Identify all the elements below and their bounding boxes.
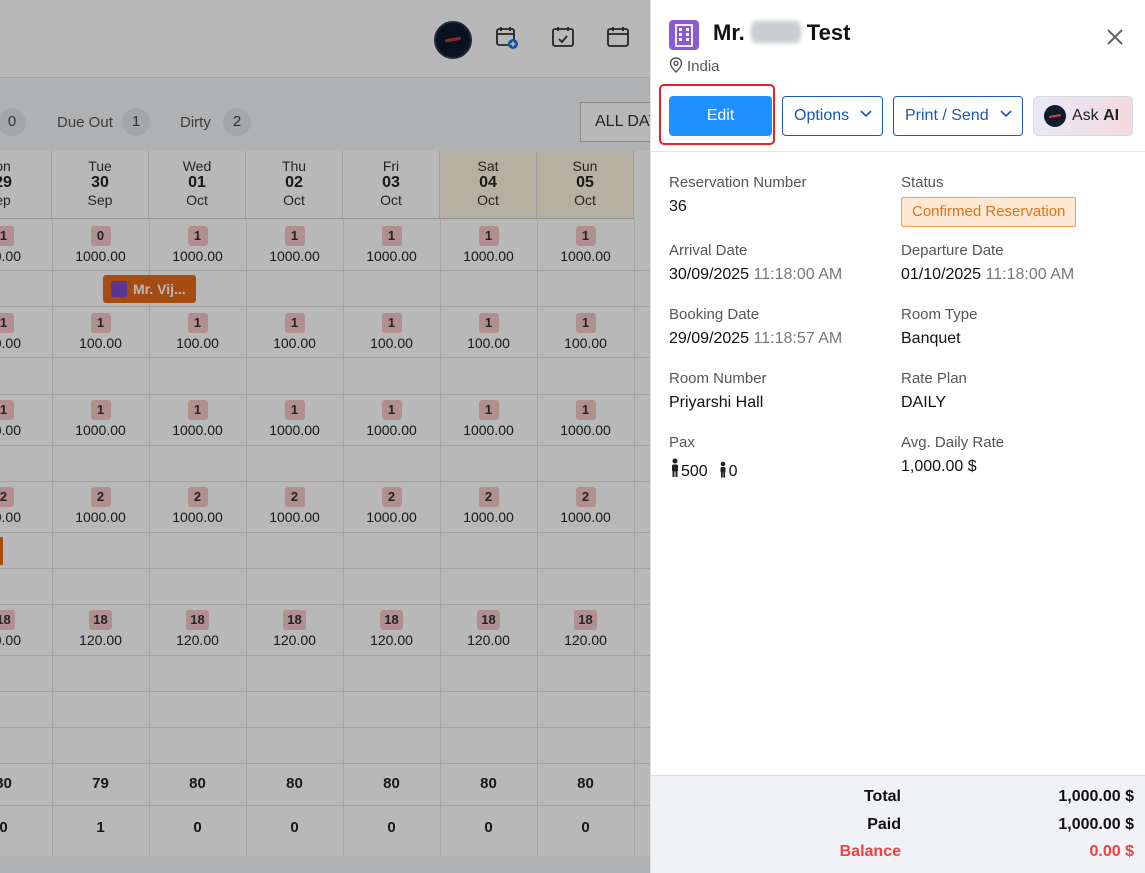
- field-value: 1,000.00 $: [901, 458, 977, 475]
- field-value: Priyarshi Hall: [669, 394, 764, 411]
- field-label: Room Number: [669, 370, 767, 387]
- child-icon: [720, 461, 726, 478]
- arrival-time: 11:18:00 AM: [753, 266, 843, 283]
- field-value: 36: [669, 198, 687, 215]
- building-icon: [669, 20, 699, 50]
- field-label: Room Type: [901, 306, 978, 323]
- chevron-down-icon: [1000, 110, 1012, 118]
- ask-label: Ask: [1072, 107, 1099, 124]
- field-label: Arrival Date: [669, 242, 748, 259]
- balance-value: 0.00 $: [1089, 843, 1134, 860]
- total-label: Total: [863, 788, 901, 805]
- reservation-number-field: Reservation Number 36: [669, 174, 889, 216]
- field-label: Reservation Number: [669, 174, 807, 191]
- edit-button[interactable]: Edit: [669, 96, 772, 136]
- options-label: Options: [794, 107, 850, 124]
- field-label: Rate Plan: [901, 370, 967, 387]
- field-label: Avg. Daily Rate: [901, 434, 1005, 451]
- app-root: 0 Due Out 1 Dirty 2 ALL DAYS on29epTue30…: [0, 0, 1145, 873]
- field-value: DAILY: [901, 394, 947, 411]
- booking-date: 29/09/2025: [669, 330, 750, 347]
- print-send-label: Print / Send: [905, 107, 989, 124]
- totals-summary: Total 1,000.00 $ Paid 1,000.00 $ Balance…: [651, 775, 1145, 873]
- field-value: Banquet: [901, 330, 961, 347]
- ask-ai-button[interactable]: Ask AI: [1033, 96, 1133, 136]
- room-number-field: Room Number Priyarshi Hall: [669, 370, 889, 412]
- title-prefix: Mr.: [713, 20, 745, 45]
- field-label: Booking Date: [669, 306, 760, 323]
- room-type-field: Room Type Banquet: [901, 306, 1121, 348]
- location-text: India: [687, 58, 720, 75]
- paid-label: Paid: [867, 816, 901, 833]
- ai-label: AI: [1103, 107, 1120, 124]
- guest-name-title: Mr. Test: [713, 20, 850, 46]
- pax-children: 0: [728, 463, 738, 480]
- title-suffix: Test: [806, 20, 851, 45]
- departure-date: 01/10/2025: [901, 266, 982, 283]
- pax-adults: 500: [681, 463, 708, 480]
- status-badge: Confirmed Reservation: [901, 197, 1077, 227]
- reservation-detail-panel: Mr. Test India Edit Options Print / Send …: [650, 0, 1145, 873]
- departure-date-field: Departure Date 01/10/2025 11:18:00 AM: [901, 242, 1121, 284]
- redacted-name: [750, 21, 801, 43]
- booking-date-field: Booking Date 29/09/2025 11:18:57 AM: [669, 306, 889, 348]
- field-label: Pax: [669, 434, 695, 451]
- location-pin-icon: [669, 57, 683, 73]
- paid-value: 1,000.00 $: [1058, 816, 1134, 833]
- status-field: Status Confirmed Reservation: [901, 174, 1121, 227]
- chevron-down-icon: [860, 110, 872, 118]
- ai-logo-icon: [1044, 105, 1066, 127]
- field-label: Departure Date: [901, 242, 1004, 259]
- rate-plan-field: Rate Plan DAILY: [901, 370, 1121, 412]
- total-value: 1,000.00 $: [1058, 788, 1134, 805]
- arrival-date-field: Arrival Date 30/09/2025 11:18:00 AM: [669, 242, 889, 284]
- departure-time: 11:18:00 AM: [985, 266, 1075, 283]
- pax-field: Pax 500 0: [669, 434, 889, 481]
- guest-location: India: [669, 57, 720, 75]
- options-dropdown-button[interactable]: Options: [782, 96, 883, 136]
- field-label: Status: [901, 174, 944, 191]
- booking-time: 11:18:57 AM: [753, 330, 843, 347]
- adult-icon: [672, 458, 678, 477]
- avg-daily-rate-field: Avg. Daily Rate 1,000.00 $: [901, 434, 1121, 476]
- balance-label: Balance: [839, 843, 901, 860]
- print-send-dropdown-button[interactable]: Print / Send: [893, 96, 1023, 136]
- arrival-date: 30/09/2025: [669, 266, 750, 283]
- close-icon[interactable]: [1104, 26, 1126, 48]
